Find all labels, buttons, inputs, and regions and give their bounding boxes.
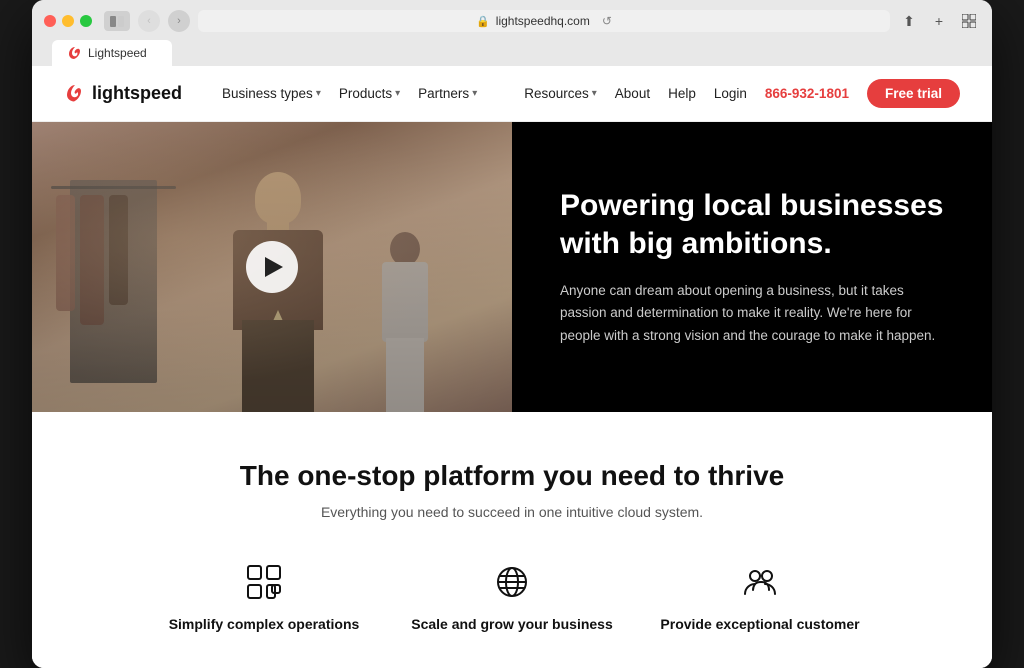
hero-description: Anyone can dream about opening a busines… <box>560 280 940 347</box>
tab-title: Lightspeed <box>88 46 147 60</box>
browser-controls: ‹ › 🔒 lightspeedhq.com ↺ ⬆ + <box>44 10 980 32</box>
nav-help[interactable]: Help <box>668 86 696 101</box>
active-tab[interactable]: Lightspeed <box>52 40 172 66</box>
hero-content: Powering local businesses with big ambit… <box>512 122 992 412</box>
feature-icon-users <box>738 560 782 604</box>
nav-products[interactable]: Products ▾ <box>339 86 400 101</box>
feature-item: Scale and grow your business <box>400 560 624 632</box>
logo-icon <box>64 83 86 105</box>
traffic-lights <box>44 15 92 27</box>
nav-login[interactable]: Login <box>714 86 747 101</box>
features-grid: Simplify complex operations Scale and g <box>152 560 872 632</box>
nav-left: Business types ▾ Products ▾ Partners ▾ <box>222 86 477 101</box>
feature-label-scale: Scale and grow your business <box>411 616 613 632</box>
nav-about[interactable]: About <box>615 86 650 101</box>
browser-chrome: ‹ › 🔒 lightspeedhq.com ↺ ⬆ + <box>32 0 992 66</box>
tab-bar: Lightspeed <box>44 40 980 66</box>
nav-right: Resources ▾ About Help Login 866-932-180… <box>524 79 960 108</box>
sidebar-toggle-button[interactable] <box>104 11 130 31</box>
new-tab-button[interactable]: + <box>928 10 950 32</box>
logo-link[interactable]: lightspeed <box>64 83 182 105</box>
platform-section: The one-stop platform you need to thrive… <box>32 412 992 668</box>
maximize-dot[interactable] <box>80 15 92 27</box>
reload-icon[interactable]: ↺ <box>602 14 612 28</box>
chevron-down-icon: ▾ <box>395 88 400 99</box>
feature-icon-globe <box>490 560 534 604</box>
play-button[interactable] <box>246 241 298 293</box>
nav-phone[interactable]: 866-932-1801 <box>765 86 849 101</box>
close-dot[interactable] <box>44 15 56 27</box>
feature-label-operations: Simplify complex operations <box>169 616 360 632</box>
tab-favicon <box>68 46 82 60</box>
platform-title: The one-stop platform you need to thrive <box>64 460 960 492</box>
feature-label-customer: Provide exceptional customer <box>660 616 859 632</box>
feature-item: Provide exceptional customer <box>648 560 872 632</box>
site-nav: lightspeed Business types ▾ Products ▾ P… <box>32 66 992 122</box>
minimize-dot[interactable] <box>62 15 74 27</box>
play-triangle-icon <box>265 257 283 277</box>
hero-video <box>32 122 512 412</box>
feature-item: Simplify complex operations <box>152 560 376 632</box>
tabs-button[interactable] <box>958 10 980 32</box>
browser-window: ‹ › 🔒 lightspeedhq.com ↺ ⬆ + <box>32 0 992 668</box>
logo-text: lightspeed <box>92 83 182 104</box>
chevron-down-icon: ▾ <box>592 88 597 99</box>
platform-subtitle: Everything you need to succeed in one in… <box>64 504 960 520</box>
address-bar[interactable]: 🔒 lightspeedhq.com ↺ <box>198 10 890 32</box>
share-button[interactable]: ⬆ <box>898 10 920 32</box>
url-text: lightspeedhq.com <box>496 14 590 28</box>
back-button[interactable]: ‹ <box>138 10 160 32</box>
forward-button[interactable]: › <box>168 10 190 32</box>
free-trial-button[interactable]: Free trial <box>867 79 960 108</box>
nav-business-types[interactable]: Business types ▾ <box>222 86 321 101</box>
hero-section: Powering local businesses with big ambit… <box>32 122 992 412</box>
nav-resources[interactable]: Resources ▾ <box>524 86 597 101</box>
hero-title: Powering local businesses with big ambit… <box>560 187 952 262</box>
nav-partners[interactable]: Partners ▾ <box>418 86 477 101</box>
chevron-down-icon: ▾ <box>472 88 477 99</box>
chevron-down-icon: ▾ <box>316 88 321 99</box>
lock-icon: 🔒 <box>476 15 490 28</box>
browser-actions: ⬆ + <box>898 10 980 32</box>
website: lightspeed Business types ▾ Products ▾ P… <box>32 66 992 668</box>
feature-icon-grid <box>242 560 286 604</box>
